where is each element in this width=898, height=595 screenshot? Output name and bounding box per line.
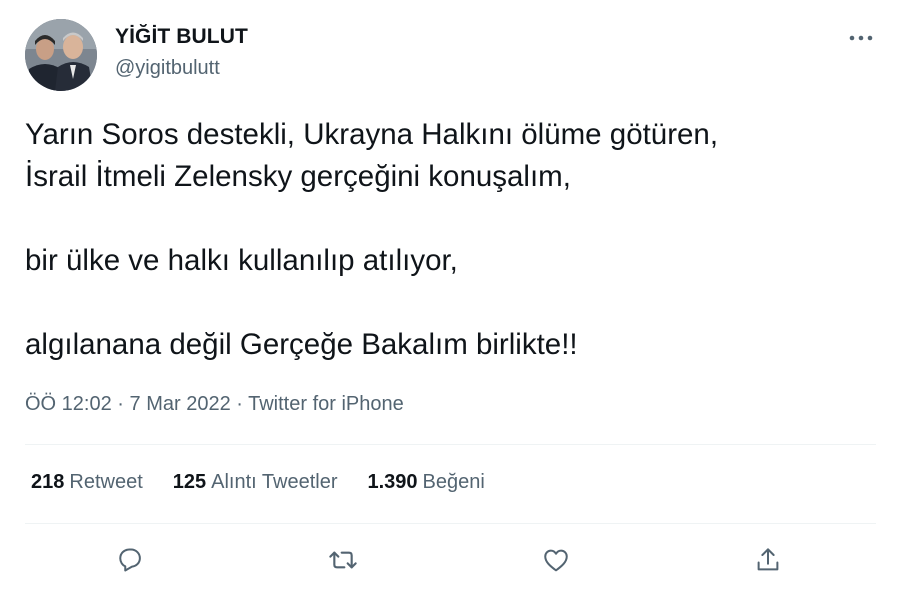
quotes-stat[interactable]: 125 Alıntı Tweetler bbox=[173, 471, 338, 494]
tweet-date[interactable]: 7 Mar 2022 bbox=[130, 393, 231, 415]
tweet-source[interactable]: Twitter for iPhone bbox=[248, 393, 404, 415]
likes-count: 1.390 bbox=[367, 471, 418, 493]
retweet-icon[interactable] bbox=[327, 544, 359, 576]
tweet-text: Yarın Soros destekli, Ukrayna Halkını öl… bbox=[25, 114, 875, 366]
quotes-label: Alıntı Tweetler bbox=[211, 471, 338, 493]
share-icon[interactable] bbox=[752, 544, 784, 576]
author-handle[interactable]: @yigitbulutt bbox=[115, 57, 220, 80]
author-name[interactable]: YİĞİT BULUT bbox=[115, 25, 248, 49]
retweets-stat[interactable]: 218 Retweet bbox=[31, 471, 143, 494]
reply-icon[interactable] bbox=[114, 544, 146, 576]
quotes-count: 125 bbox=[172, 471, 207, 493]
tweet-line: bir ülke ve halkı kullanılıp atılıyor, bbox=[25, 244, 458, 277]
tweet-time[interactable]: ÖÖ 12:02 bbox=[25, 393, 112, 415]
tweet-stats: 218 Retweet 125 Alıntı Tweetler 1.390 Beğen… bbox=[31, 471, 485, 494]
divider bbox=[25, 523, 876, 524]
tweet-metadata: ÖÖ 12:02 · 7 Mar 2022 · Twitter for iPho… bbox=[25, 393, 404, 416]
tweet-line: algılanana değil Gerçeğe Bakalım birlikt… bbox=[25, 328, 578, 361]
likes-label: Beğeni bbox=[422, 471, 485, 493]
tweet-line: İsrail İtmeli Zelensky gerçeğini konuşal… bbox=[25, 160, 571, 193]
divider bbox=[25, 444, 876, 445]
meta-separator: · bbox=[117, 393, 124, 415]
more-options-icon[interactable] bbox=[846, 26, 876, 50]
meta-separator: · bbox=[236, 393, 243, 415]
retweets-label: Retweet bbox=[69, 471, 143, 493]
tweet-line: Yarın Soros destekli, Ukrayna Halkını öl… bbox=[25, 118, 719, 151]
retweets-count: 218 bbox=[31, 471, 65, 493]
like-icon[interactable] bbox=[540, 544, 572, 576]
avatar[interactable] bbox=[25, 19, 97, 91]
avatar-photo bbox=[25, 19, 97, 91]
likes-stat[interactable]: 1.390 Beğeni bbox=[367, 471, 484, 494]
tweet-card: YİĞİT BULUT @yigitbulutt Yarın Soros des… bbox=[0, 0, 898, 595]
